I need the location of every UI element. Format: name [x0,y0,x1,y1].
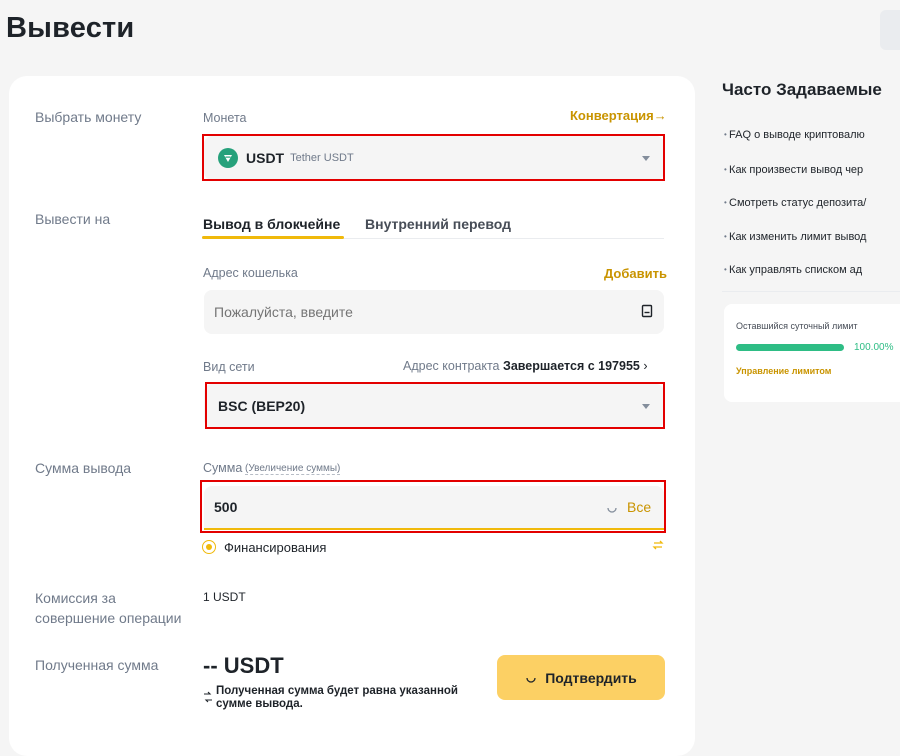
manage-limit-link[interactable]: Управление лимитом [736,366,831,376]
faq-item[interactable]: FAQ о выводе криптовалю [724,129,865,141]
address-input[interactable] [212,300,626,324]
faq-item[interactable]: Как управлять списком ад [724,264,862,276]
destination-row-label: Вывести на [35,211,111,227]
coin-select-highlight [202,134,665,181]
arrow-right-icon: → [653,108,667,123]
chevron-right-icon: › [643,359,648,373]
wallet-address-label: Адрес кошелька [203,266,298,280]
coin-field-label: Монета [203,111,247,125]
received-note-line2: сумме вывода. [216,698,303,710]
fee-row-label-line2: совершение операции [35,610,182,626]
confirm-button[interactable]: Подтвердить [497,655,665,700]
active-tab-underline [202,236,344,239]
daily-limit-bar-fill [736,344,844,351]
daily-limit-percent: 100.00% [854,342,894,353]
swap-arrows-icon [203,690,213,709]
tab-blockchain[interactable]: Вывод в блокчейне [203,216,340,232]
contract-address-value: Завершается с 197955 [502,359,640,373]
tab-internal-transfer[interactable]: Внутренний перевод [365,216,511,232]
faq-item[interactable]: Как произвести вывод чер [724,164,863,176]
funding-radio[interactable] [202,540,216,554]
fee-row-label: Комиссия за совершение операции [35,588,181,628]
amount-input-highlight [200,480,666,533]
daily-limit-label: Оставшийся суточный лимит [736,321,858,331]
faq-item[interactable]: Как изменить лимит вывод [724,231,866,243]
coin-row-label: Выбрать монету [35,109,142,125]
address-book-icon[interactable] [640,304,654,323]
amount-row-label: Сумма вывода [35,460,132,476]
faq-item[interactable]: Смотреть статус депозита/ [724,197,866,209]
convert-link[interactable]: Конвертация→ [570,108,667,123]
amount-field-label: Сумма [203,461,243,475]
contract-address-link[interactable]: Адрес контракта Завершается с 197955 › [403,359,648,373]
funding-label: Финансирования [224,540,327,555]
network-label: Вид сети [203,360,255,374]
top-right-button[interactable] [880,10,900,50]
fee-row-label-line1: Комиссия за [35,590,116,606]
address-input-box [204,290,664,334]
loading-spinner-icon [525,672,537,684]
confirm-button-label: Подтвердить [545,669,637,686]
increase-amount-link[interactable]: (Увеличение суммы) [245,463,341,475]
received-note: Полученная сумма будет равна указанной с… [216,685,458,711]
received-row-label: Полученная сумма [35,657,159,673]
network-select-highlight [205,382,665,429]
faq-title: Часто Задаваемые [722,80,882,99]
received-note-line1: Полученная сумма будет равна указанной [216,685,459,697]
contract-address-label: Адрес контракта [403,359,500,373]
received-value: -- USDT [203,653,284,678]
fee-value: 1 USDT [203,590,246,604]
page-title: Вывести [6,12,135,44]
daily-limit-bar [736,344,844,351]
convert-link-label: Конвертация [570,108,654,123]
sidebar-divider [722,291,900,292]
daily-limit-card: Оставшийся суточный лимит 100.00% Управл… [724,304,900,402]
add-address-link[interactable]: Добавить [604,266,667,281]
swap-icon[interactable] [652,538,664,556]
